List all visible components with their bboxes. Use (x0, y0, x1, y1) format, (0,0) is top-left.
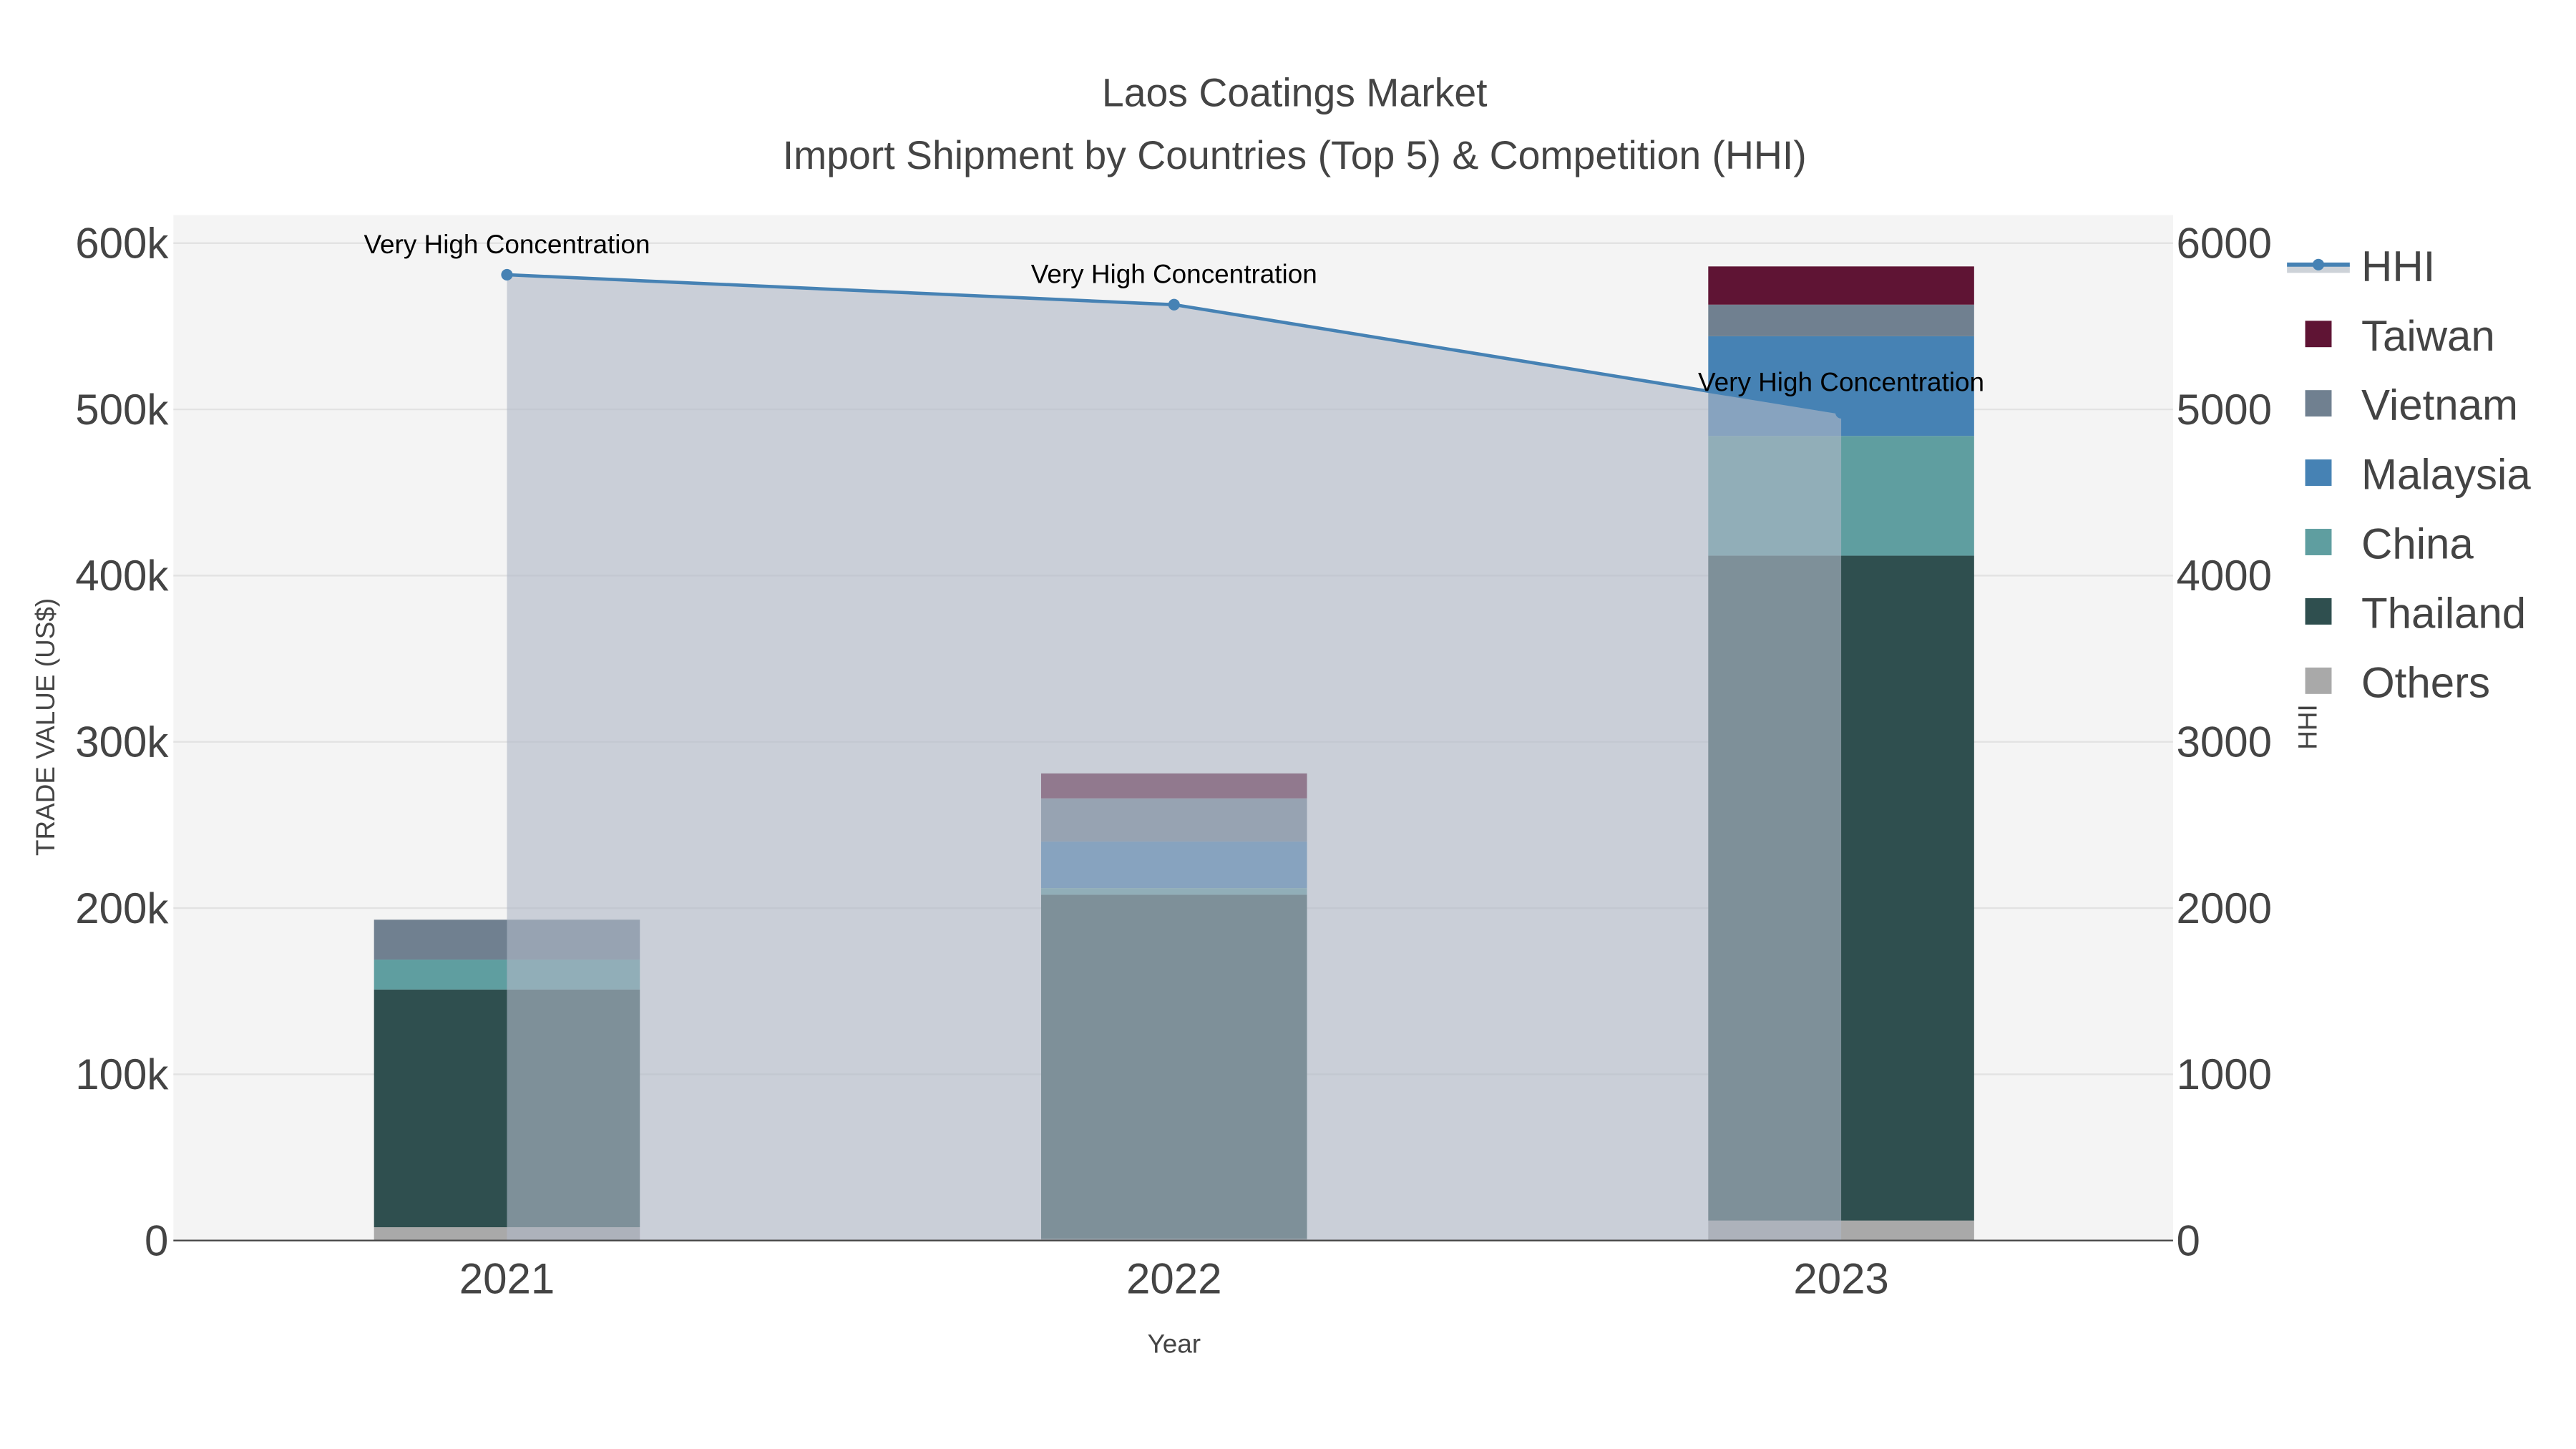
chart-subtitle: Import Shipment by Countries (Top 5) & C… (783, 133, 1807, 177)
x-tick-label: 2021 (459, 1255, 555, 1303)
chart: Very High Concentration Very High Concent… (31, 70, 2531, 1359)
hhi-point-2021 (501, 268, 513, 281)
legend-label-vietnam: Vietnam (2361, 381, 2518, 429)
y2-tick-label: 2000 (2177, 884, 2272, 932)
y-tick-label: 200k (75, 884, 169, 932)
y2-tick-label: 0 (2177, 1216, 2200, 1264)
legend: HHI Taiwan Vietnam Malaysia China Thailand Oth… (2287, 243, 2531, 706)
hhi-point-2023 (1835, 406, 1848, 419)
hhi-annotation: Very High Concentration (1031, 260, 1317, 289)
legend-swatch-malaysia (2305, 459, 2332, 487)
x-axis-title: Year (1147, 1330, 1201, 1359)
x-tick-label: 2023 (1793, 1255, 1888, 1303)
y2-axis-title: HHI (2293, 704, 2323, 750)
hhi-area (507, 274, 1842, 1241)
y2-tick-label: 5000 (2177, 386, 2272, 434)
y2-tick-label: 3000 (2177, 718, 2272, 766)
legend-label-thailand: Thailand (2361, 590, 2526, 638)
hhi-series: Very High Concentration Very High Concent… (364, 230, 1984, 1241)
legend-label-taiwan: Taiwan (2361, 312, 2495, 360)
y-tick-label: 500k (75, 386, 169, 434)
bar-taiwan-2023 (1708, 266, 1974, 305)
y-tick-label: 100k (75, 1050, 169, 1098)
legend-label-malaysia: Malaysia (2361, 451, 2531, 499)
legend-swatch-others (2305, 667, 2332, 694)
hhi-point-2022 (1168, 298, 1180, 311)
y-tick-label: 400k (75, 552, 169, 600)
y-axis-title: TRADE VALUE (US$) (31, 598, 60, 856)
chart-title: Laos Coatings Market (1102, 70, 1488, 114)
legend-label-china: China (2361, 520, 2474, 568)
y-tick-label: 600k (75, 220, 169, 268)
y-tick-label: 300k (75, 718, 169, 766)
bar-vietnam-2023 (1708, 304, 1974, 336)
x-tick-label: 2022 (1126, 1255, 1221, 1303)
y2-tick-label: 1000 (2177, 1050, 2272, 1098)
legend-label-others: Others (2361, 658, 2490, 706)
y2-tick-label: 6000 (2177, 220, 2272, 268)
legend-label-hhi: HHI (2361, 243, 2435, 291)
y2-tick-label: 4000 (2177, 552, 2272, 600)
legend-hhi-marker (2312, 258, 2325, 270)
legend-swatch-thailand (2305, 597, 2332, 625)
hhi-annotation: Very High Concentration (1698, 368, 1984, 397)
y-tick-label: 0 (145, 1216, 168, 1264)
legend-swatch-china (2305, 529, 2332, 555)
legend-swatch-vietnam (2305, 390, 2332, 417)
hhi-annotation: Very High Concentration (364, 230, 650, 259)
legend-swatch-taiwan (2305, 321, 2332, 348)
